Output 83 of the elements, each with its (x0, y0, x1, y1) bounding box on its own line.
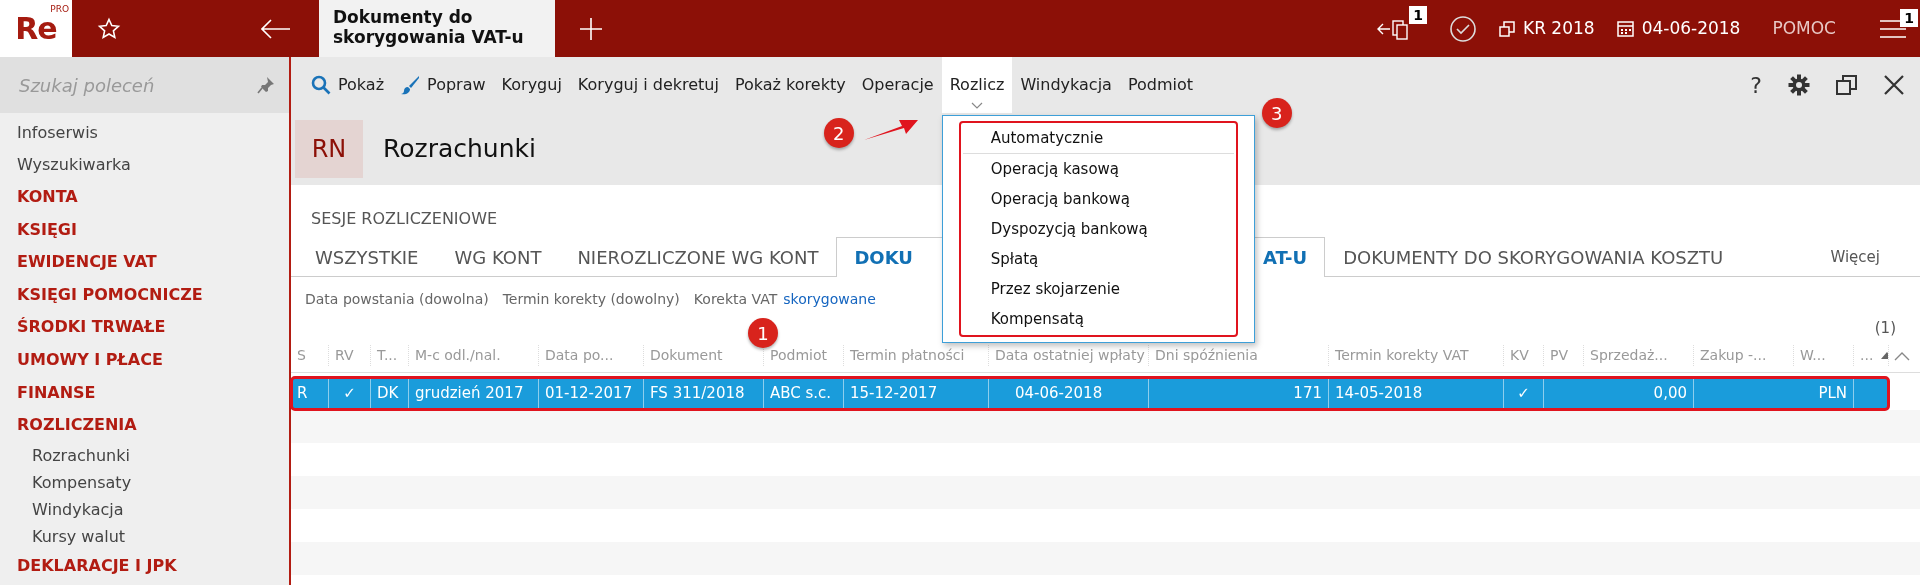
close-icon[interactable] (1884, 75, 1904, 95)
table-cell: 04-06-2018 (989, 377, 1149, 410)
sidebar-item[interactable]: ROZLICZENIA (0, 409, 289, 442)
table-cell: ✓ (329, 377, 371, 410)
calendar-icon (1616, 20, 1634, 37)
sidebar-item[interactable]: FINANSE (0, 376, 289, 410)
sidebar-item[interactable]: KSIĘGI POMOCNICZE (0, 278, 289, 312)
toolbar-button[interactable]: Windykacja (1012, 57, 1120, 113)
toolbar-button[interactable]: Popraw (392, 57, 494, 113)
tab[interactable]: DOKUMENTY DO SKORYGOWANIA KOSZTU (1325, 237, 1742, 277)
sidebar-item[interactable]: Windykacja (0, 495, 289, 523)
menu-item[interactable]: Przez skojarzenie (960, 274, 1236, 304)
tab[interactable]: WG KONT (436, 237, 560, 277)
menu-icon[interactable] (1880, 18, 1906, 39)
notification-badge: 1 (1409, 5, 1427, 24)
tab[interactable]: WSZYSTKIE (297, 237, 437, 277)
brush-icon (400, 75, 421, 95)
notification-badge: 1 (1900, 8, 1918, 27)
sidebar-item[interactable]: KONTA (0, 181, 289, 214)
sidebar-item[interactable]: Rozrachunki (0, 441, 289, 469)
toolbar-button[interactable]: Podmiot (1119, 57, 1201, 113)
sidebar-item[interactable]: Kompensaty (0, 468, 289, 496)
year-label[interactable]: KR 2018 (1523, 15, 1595, 42)
toolbar-button[interactable]: Koryguj i dekretuj (569, 57, 727, 113)
help-button[interactable]: ? (1750, 68, 1762, 102)
table-cell: FS 311/2018 (644, 377, 764, 410)
plus-icon[interactable] (579, 16, 603, 41)
copy-icon (1499, 20, 1515, 37)
settings-icon[interactable] (1788, 74, 1810, 96)
toolbar-button[interactable]: Pokaż korekty (726, 57, 854, 113)
menu-item[interactable]: Spłatą (960, 244, 1236, 274)
back-arrow-icon[interactable] (261, 17, 291, 40)
search-icon (311, 75, 331, 95)
table-cell: DK (371, 377, 409, 410)
menu-item[interactable]: Operacją kasową (960, 154, 1236, 184)
table-cell: PLN (1794, 377, 1854, 410)
table-cell: R (291, 377, 329, 410)
table-cell: 01-12-2017 (539, 377, 644, 410)
help-link[interactable]: POMOC (1772, 15, 1836, 42)
toolbar-button[interactable]: Pokaż (303, 57, 393, 113)
module-code: RN (295, 120, 363, 178)
sidebar-item[interactable]: Kursy walut (0, 522, 289, 550)
table-cell: 171 (1149, 377, 1329, 410)
table-cell: ✓ (1504, 377, 1544, 410)
table-cell: 14-05-2018 (1329, 377, 1504, 410)
table-cell: ABC s.c. (764, 377, 844, 410)
filter-label[interactable]: Termin korekty (dowolny) (502, 289, 680, 317)
section-label: SESJE ROZLICZENIOWE (311, 209, 498, 228)
restore-icon[interactable] (1836, 74, 1858, 96)
filter-link[interactable]: skorygowane (783, 289, 876, 317)
search-bar[interactable]: Szukaj poleceń (0, 57, 289, 113)
record-count: (1) (1874, 319, 1896, 337)
check-circle-icon[interactable] (1449, 14, 1477, 43)
menu-item[interactable]: Kompensatą (960, 304, 1236, 334)
sidebar-item[interactable]: UMOWY I PŁACE (0, 343, 289, 377)
module-title: Rozrachunki (383, 133, 536, 166)
sidebar-item[interactable]: EWIDENCJE VAT (0, 246, 289, 279)
more-link[interactable]: Więcej (1830, 245, 1880, 276)
toolbar-button[interactable]: Koryguj (493, 57, 570, 113)
date-label[interactable]: 04-06-2018 (1641, 15, 1741, 42)
callout-badge: 1 (748, 318, 778, 348)
document-tab[interactable]: Dokumenty do skorygowania VAT-u (319, 0, 555, 57)
logo-label: PRO (50, 5, 69, 14)
chevron-down-icon (971, 102, 984, 109)
menu-item[interactable]: Operacją bankową (960, 184, 1236, 214)
tab[interactable]: NIEROZLICZONE WG KONT (559, 237, 837, 277)
table-cell: grudzień 2017 (409, 377, 539, 410)
star-icon[interactable] (97, 16, 121, 41)
table-cell: 15-12-2017 (844, 377, 989, 410)
toolbar-button[interactable]: Operacje (853, 57, 942, 113)
sidebar-item[interactable]: DEKLARACJE I JPK (0, 549, 289, 583)
sidebar-item[interactable]: KSIĘGI (0, 213, 289, 247)
toolbar-button[interactable]: Rozlicz (941, 57, 1013, 113)
menu-item[interactable]: Automatycznie (960, 123, 1236, 153)
table-cell: 0,00 (1584, 377, 1694, 410)
filter-label[interactable]: Korekta VAT (693, 289, 778, 317)
sidebar-item[interactable]: ŚRODKI TRWAŁE (0, 311, 289, 344)
filter-label[interactable]: Data powstania (dowolna) (305, 289, 489, 317)
menu-item[interactable]: Dyspozycją bankową (960, 214, 1236, 244)
sidebar-item[interactable]: Infoserwis (0, 117, 289, 149)
sidebar-item[interactable]: Wyszukiwarka (0, 149, 289, 181)
pin-icon[interactable] (257, 76, 275, 94)
search-field[interactable]: Szukaj poleceń (17, 70, 237, 100)
